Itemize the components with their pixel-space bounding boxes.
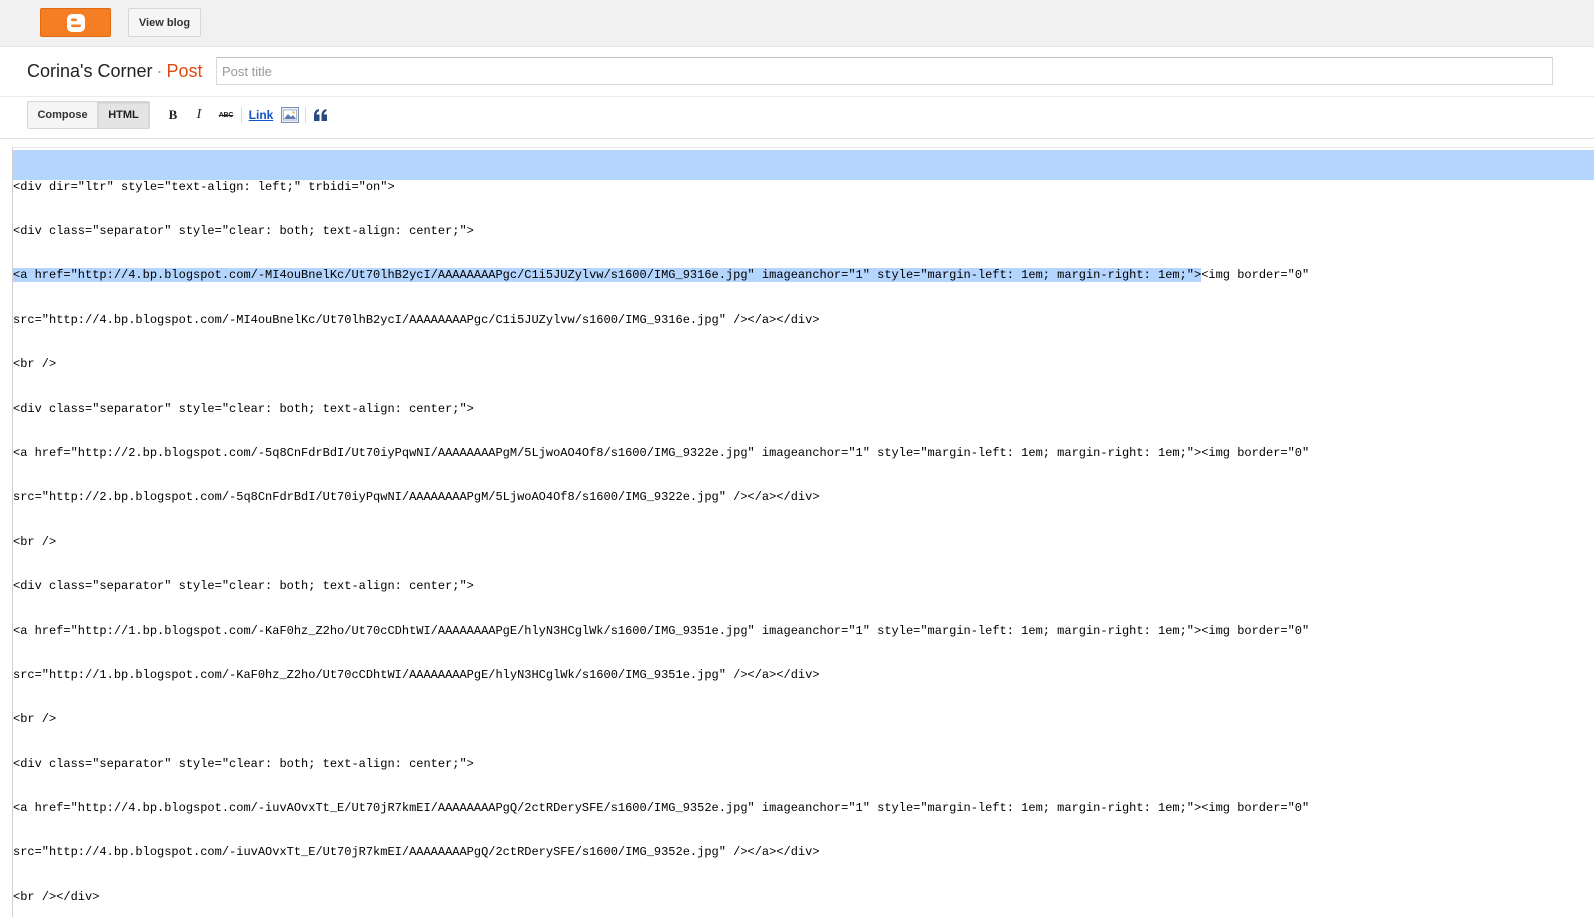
insert-image-icon (281, 107, 299, 123)
code-line: <a href="http://2.bp.blogspot.com/-5q8Cn… (13, 445, 1310, 460)
code-line: <br /> (13, 534, 57, 549)
editor-toolbar: Compose HTML B I ABC Link (0, 97, 1594, 139)
code-line: src="http://1.bp.blogspot.com/-KaF0hz_Z2… (13, 667, 820, 682)
title-separator: · (156, 61, 163, 81)
code-line: <br /> (13, 712, 57, 727)
html-code[interactable]: <div dir="ltr" style="text-align: left;"… (13, 150, 1309, 917)
mode-toggle: Compose HTML (27, 101, 150, 129)
title-row: Corina's Corner · Post (0, 47, 1594, 97)
strikethrough-button[interactable]: ABC (216, 105, 236, 125)
italic-button[interactable]: I (192, 105, 206, 125)
blockquote-button[interactable] (313, 105, 329, 125)
html-editor[interactable]: <div dir="ltr" style="text-align: left;"… (12, 147, 1594, 917)
compose-mode-button[interactable]: Compose (27, 101, 98, 129)
blogger-logo-icon (66, 13, 85, 32)
top-bar: View blog (0, 0, 1594, 47)
code-line: <br /></div> (13, 889, 100, 904)
bold-button[interactable]: B (166, 105, 180, 125)
code-line: src="http://4.bp.blogspot.com/-MI4ouBnel… (13, 312, 820, 327)
code-line: <div class="separator" style="clear: bot… (13, 579, 474, 594)
link-button[interactable]: Link (248, 105, 274, 125)
page-title: Corina's Corner · Post (27, 61, 203, 82)
blockquote-icon (314, 109, 327, 121)
code-line: <div class="separator" style="clear: bot… (13, 756, 474, 771)
toolbar-divider (241, 107, 242, 123)
blogger-logo-button[interactable] (40, 8, 111, 37)
code-text: <img border="0" (1201, 268, 1310, 283)
insert-image-button[interactable] (281, 105, 299, 125)
code-line: <a href="http://4.bp.blogspot.com/-iuvAO… (13, 801, 1310, 816)
code-line: <a href="http://1.bp.blogspot.com/-KaF0h… (13, 623, 1310, 638)
view-blog-button[interactable]: View blog (128, 8, 201, 37)
toolbar-divider (305, 107, 306, 123)
code-line: <div dir="ltr" style="text-align: left;"… (13, 179, 395, 194)
code-line: src="http://2.bp.blogspot.com/-5q8CnFdrB… (13, 490, 820, 505)
html-mode-button[interactable]: HTML (98, 101, 150, 129)
post-title-input[interactable] (216, 57, 1553, 85)
blog-name[interactable]: Corina's Corner (27, 61, 152, 81)
code-line: <div class="separator" style="clear: bot… (13, 401, 474, 416)
code-line: <br /> (13, 357, 57, 372)
code-line: <a href="http://4.bp.blogspot.com/-MI4ou… (13, 268, 1309, 283)
code-line: <div class="separator" style="clear: bot… (13, 223, 474, 238)
section-label: Post (166, 61, 203, 81)
selected-code: <a href="http://4.bp.blogspot.com/-MI4ou… (13, 268, 1202, 283)
code-line: src="http://4.bp.blogspot.com/-iuvAOvxTt… (13, 845, 820, 860)
